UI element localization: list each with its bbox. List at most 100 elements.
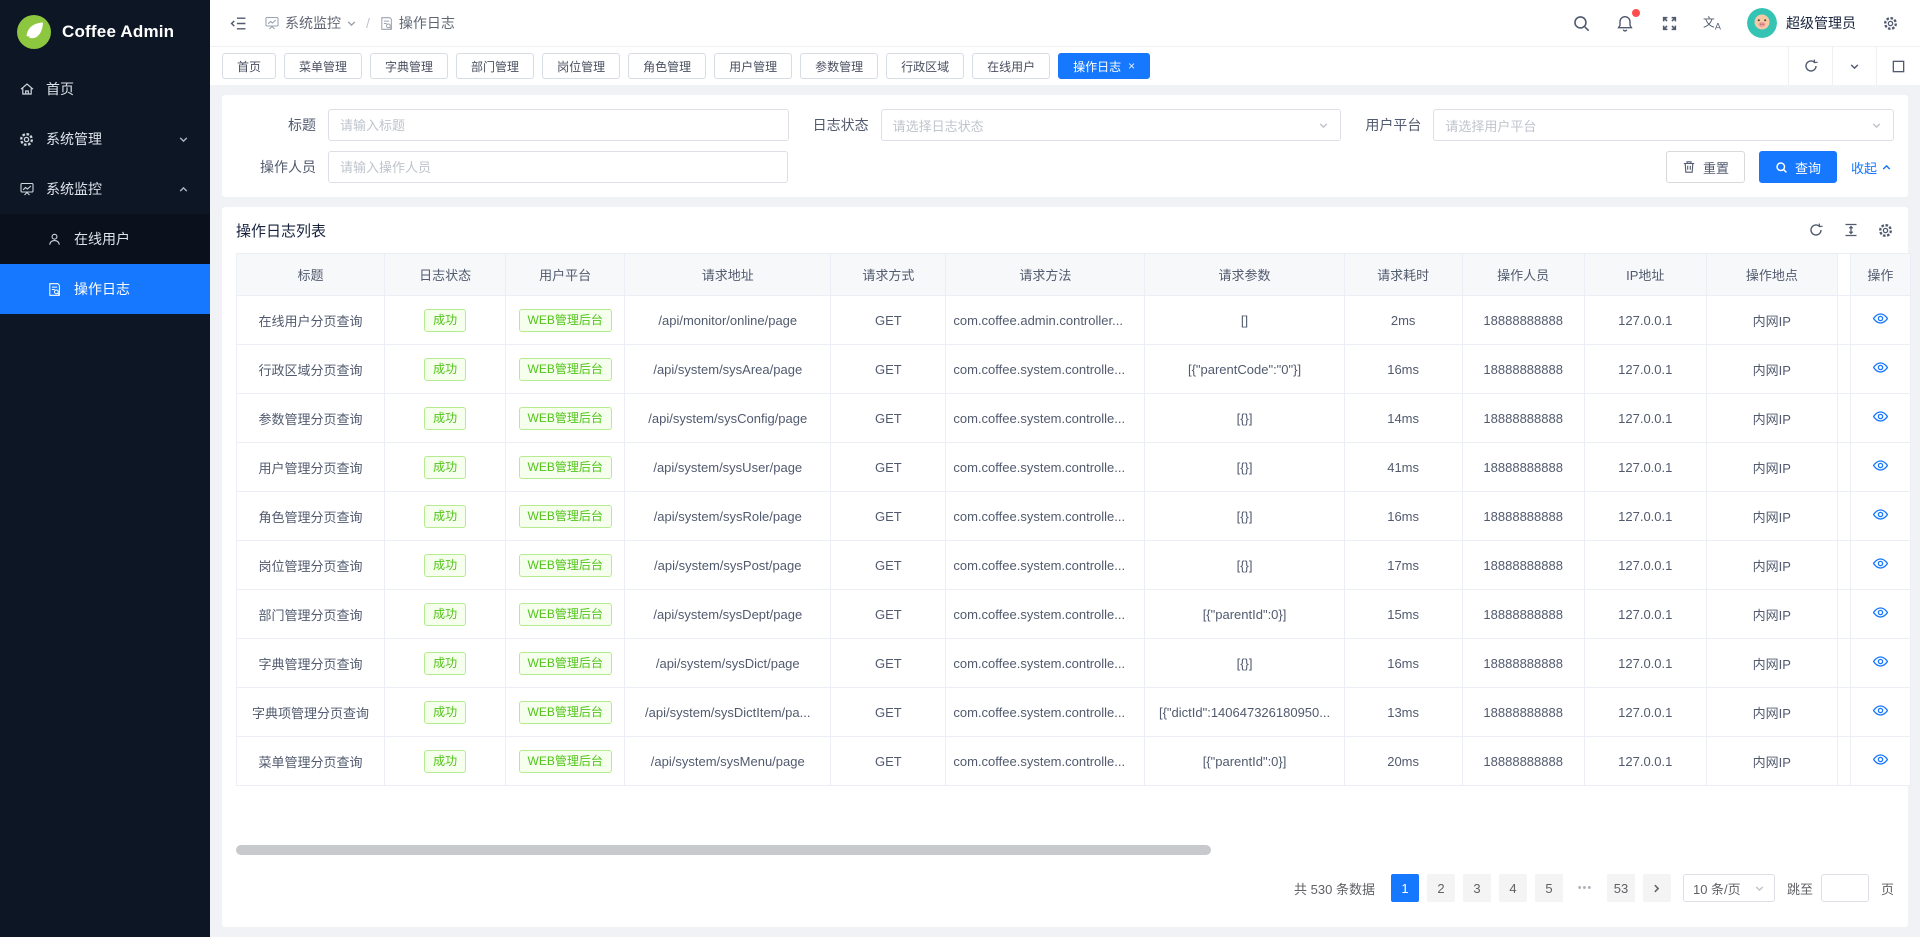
column-header-duration[interactable]: 请求耗时 [1344, 254, 1462, 296]
sidebar-item-home[interactable]: 首页 [0, 64, 210, 114]
view-detail-eye-icon[interactable] [1872, 751, 1889, 768]
view-detail-eye-icon[interactable] [1872, 506, 1889, 523]
sidebar-item-operation-log[interactable]: 操作日志 [0, 264, 210, 314]
tab-首页[interactable]: 首页 [222, 53, 276, 79]
cell-location: 内网IP [1706, 688, 1837, 737]
settings-gear-icon[interactable] [1880, 13, 1900, 33]
cell-status: 成功 [385, 737, 506, 786]
status-tag: 成功 [424, 407, 466, 430]
tab-close-icon[interactable]: × [1128, 59, 1135, 73]
cell-ip: 127.0.0.1 [1584, 443, 1706, 492]
cell-operator: 18888888888 [1462, 590, 1584, 639]
column-header-url[interactable]: 请求地址 [625, 254, 831, 296]
view-detail-eye-icon[interactable] [1872, 702, 1889, 719]
maximize-icon[interactable] [1876, 47, 1920, 85]
svg-text:文: 文 [1703, 16, 1715, 30]
view-detail-eye-icon[interactable] [1872, 604, 1889, 621]
pagination-page-2[interactable]: 2 [1427, 874, 1455, 902]
tab-菜单管理[interactable]: 菜单管理 [284, 53, 362, 79]
scrollbar-gutter [1837, 492, 1850, 541]
column-header-status[interactable]: 日志状态 [385, 254, 506, 296]
view-detail-eye-icon[interactable] [1872, 359, 1889, 376]
jump-page-input[interactable] [1821, 874, 1869, 902]
scrollbar-thumb[interactable] [236, 845, 1211, 855]
refresh-icon[interactable] [1807, 222, 1824, 239]
search-icon[interactable] [1571, 13, 1591, 33]
table-row: 参数管理分页查询成功WEB管理后台/api/system/sysConfig/p… [237, 394, 1911, 443]
column-header-location[interactable]: 操作地点 [1706, 254, 1837, 296]
title-input[interactable] [328, 109, 789, 141]
column-header-request_type[interactable]: 请求方式 [831, 254, 946, 296]
cell-duration: 16ms [1344, 492, 1462, 541]
pagination-page-4[interactable]: 4 [1499, 874, 1527, 902]
bell-icon[interactable] [1615, 13, 1635, 33]
page-unit-label: 页 [1881, 879, 1894, 898]
column-header-platform[interactable]: 用户平台 [506, 254, 625, 296]
tab-在线用户[interactable]: 在线用户 [972, 53, 1050, 79]
status-select[interactable]: 请选择日志状态 [881, 109, 1342, 141]
operator-input[interactable] [328, 151, 788, 183]
tab-字典管理[interactable]: 字典管理 [370, 53, 448, 79]
pagination-ellipsis[interactable]: ••• [1571, 874, 1599, 902]
cell-request_type: GET [831, 541, 946, 590]
tab-参数管理[interactable]: 参数管理 [800, 53, 878, 79]
cell-method: com.coffee.system.controlle... [946, 737, 1145, 786]
column-header-title[interactable]: 标题 [237, 254, 385, 296]
sidebar-collapse-icon[interactable] [224, 9, 252, 37]
tab-操作日志[interactable]: 操作日志 × [1058, 53, 1150, 79]
view-detail-eye-icon[interactable] [1872, 555, 1889, 572]
leaf-logo-icon [16, 14, 52, 50]
translate-icon[interactable]: 文A [1703, 13, 1723, 33]
view-detail-eye-icon[interactable] [1872, 457, 1889, 474]
platform-select[interactable]: 请选择用户平台 [1433, 109, 1894, 141]
tab-用户管理[interactable]: 用户管理 [714, 53, 792, 79]
avatar [1747, 8, 1777, 38]
view-detail-eye-icon[interactable] [1872, 653, 1889, 670]
table-card-header: 操作日志列表 [236, 207, 1894, 253]
fullscreen-icon[interactable] [1659, 13, 1679, 33]
tab-options-chevron-icon[interactable] [1832, 47, 1876, 85]
refresh-tab-icon[interactable] [1788, 47, 1832, 85]
sidebar-item-online-users[interactable]: 在线用户 [0, 214, 210, 264]
breadcrumb-section[interactable]: 系统监控 [264, 13, 357, 33]
page-size-select[interactable]: 10 条/页 [1683, 874, 1775, 902]
cell-url: /api/system/sysPost/page [625, 541, 831, 590]
column-header-operator[interactable]: 操作人员 [1462, 254, 1584, 296]
pagination-page-5[interactable]: 5 [1535, 874, 1563, 902]
log-table-body: 在线用户分页查询成功WEB管理后台/api/monitor/online/pag… [237, 296, 1911, 786]
tab-部门管理[interactable]: 部门管理 [456, 53, 534, 79]
view-detail-eye-icon[interactable] [1872, 408, 1889, 425]
tab-角色管理[interactable]: 角色管理 [628, 53, 706, 79]
user-menu[interactable]: 超级管理员 [1747, 8, 1856, 38]
notification-dot [1632, 9, 1640, 17]
search-button[interactable]: 查询 [1759, 151, 1837, 183]
row-height-icon[interactable] [1842, 222, 1859, 239]
column-settings-gear-icon[interactable] [1877, 222, 1894, 239]
reset-button[interactable]: 重置 [1666, 151, 1745, 183]
tab-行政区域[interactable]: 行政区域 [886, 53, 964, 79]
pagination-page-3[interactable]: 3 [1463, 874, 1491, 902]
pagination-page-1[interactable]: 1 [1391, 874, 1419, 902]
log-table-head: 标题日志状态用户平台请求地址请求方式请求方法请求参数请求耗时操作人员IP地址操作… [237, 254, 1911, 296]
next-page-button[interactable] [1643, 874, 1671, 902]
sidebar-item-system-management[interactable]: 系统管理 [0, 114, 210, 164]
scrollbar-gutter [1837, 296, 1850, 345]
column-header-ip[interactable]: IP地址 [1584, 254, 1706, 296]
column-header-params[interactable]: 请求参数 [1145, 254, 1344, 296]
cell-title: 岗位管理分页查询 [237, 541, 385, 590]
tab-label: 角色管理 [643, 58, 691, 75]
table-row: 字典管理分页查询成功WEB管理后台/api/system/sysDict/pag… [237, 639, 1911, 688]
view-detail-eye-icon[interactable] [1872, 310, 1889, 327]
column-header-method[interactable]: 请求方法 [946, 254, 1145, 296]
sidebar-item-label: 在线用户 [74, 229, 130, 249]
column-header-action[interactable]: 操作 [1850, 254, 1910, 296]
cell-ip: 127.0.0.1 [1584, 590, 1706, 639]
cell-params: [{}] [1145, 492, 1344, 541]
tab-岗位管理[interactable]: 岗位管理 [542, 53, 620, 79]
cell-params: [{"parentCode":"0"}] [1145, 345, 1344, 394]
sidebar-item-system-monitor[interactable]: 系统监控 [0, 164, 210, 214]
log-icon [46, 282, 63, 297]
pagination-page-53[interactable]: 53 [1607, 874, 1635, 902]
collapse-filters-link[interactable]: 收起 [1851, 158, 1892, 177]
tab-label: 岗位管理 [557, 58, 605, 75]
